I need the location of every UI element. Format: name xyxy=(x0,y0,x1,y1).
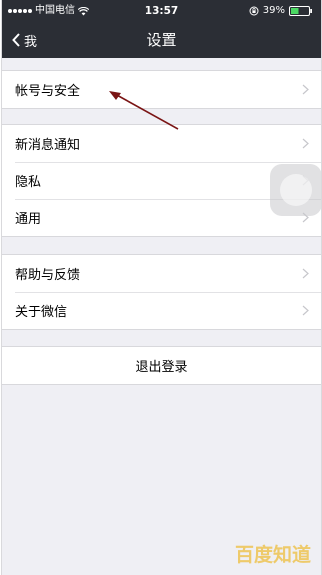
settings-item-help-feedback[interactable]: 帮助与反馈 xyxy=(2,255,321,292)
settings-item-label: 新消息通知 xyxy=(15,138,81,153)
annotation-arrow-icon xyxy=(109,91,179,130)
settings-item-label: 隐私 xyxy=(15,175,42,190)
chevron-right-icon xyxy=(302,305,309,316)
battery-icon xyxy=(289,6,312,16)
settings-item-label: 通用 xyxy=(15,212,42,227)
chevron-right-icon xyxy=(302,138,309,149)
settings-item-label: 帮助与反馈 xyxy=(15,268,81,283)
chevron-right-icon xyxy=(302,84,309,95)
chevron-right-icon xyxy=(302,268,309,279)
battery-percent: 39% xyxy=(262,5,285,16)
logout-label: 退出登录 xyxy=(135,360,188,375)
settings-item-label: 关于微信 xyxy=(15,305,68,320)
navigation-bar: 我 设置 xyxy=(2,22,321,58)
assistive-touch-icon xyxy=(280,174,312,206)
assistive-touch-button[interactable] xyxy=(270,164,321,216)
settings-item-label: 帐号与安全 xyxy=(15,84,81,99)
phone-screen: 中国电信 13:57 39% 我 设置 帐号与安全 新消息通知 隐私 通用 帮助… xyxy=(1,0,322,575)
settings-item-about-wechat[interactable]: 关于微信 xyxy=(2,292,321,329)
status-right: 39% xyxy=(249,5,313,17)
logout-group: 退出登录 xyxy=(2,346,321,385)
watermark-text: 百度知道 xyxy=(235,544,312,566)
status-bar: 中国电信 13:57 39% xyxy=(2,0,321,22)
orientation-lock-icon xyxy=(249,6,259,16)
page-title: 设置 xyxy=(146,31,177,49)
settings-group-about: 帮助与反馈 关于微信 xyxy=(2,254,321,330)
top-bar: 中国电信 13:57 39% 我 设置 xyxy=(2,0,321,58)
logout-button[interactable]: 退出登录 xyxy=(2,347,321,384)
